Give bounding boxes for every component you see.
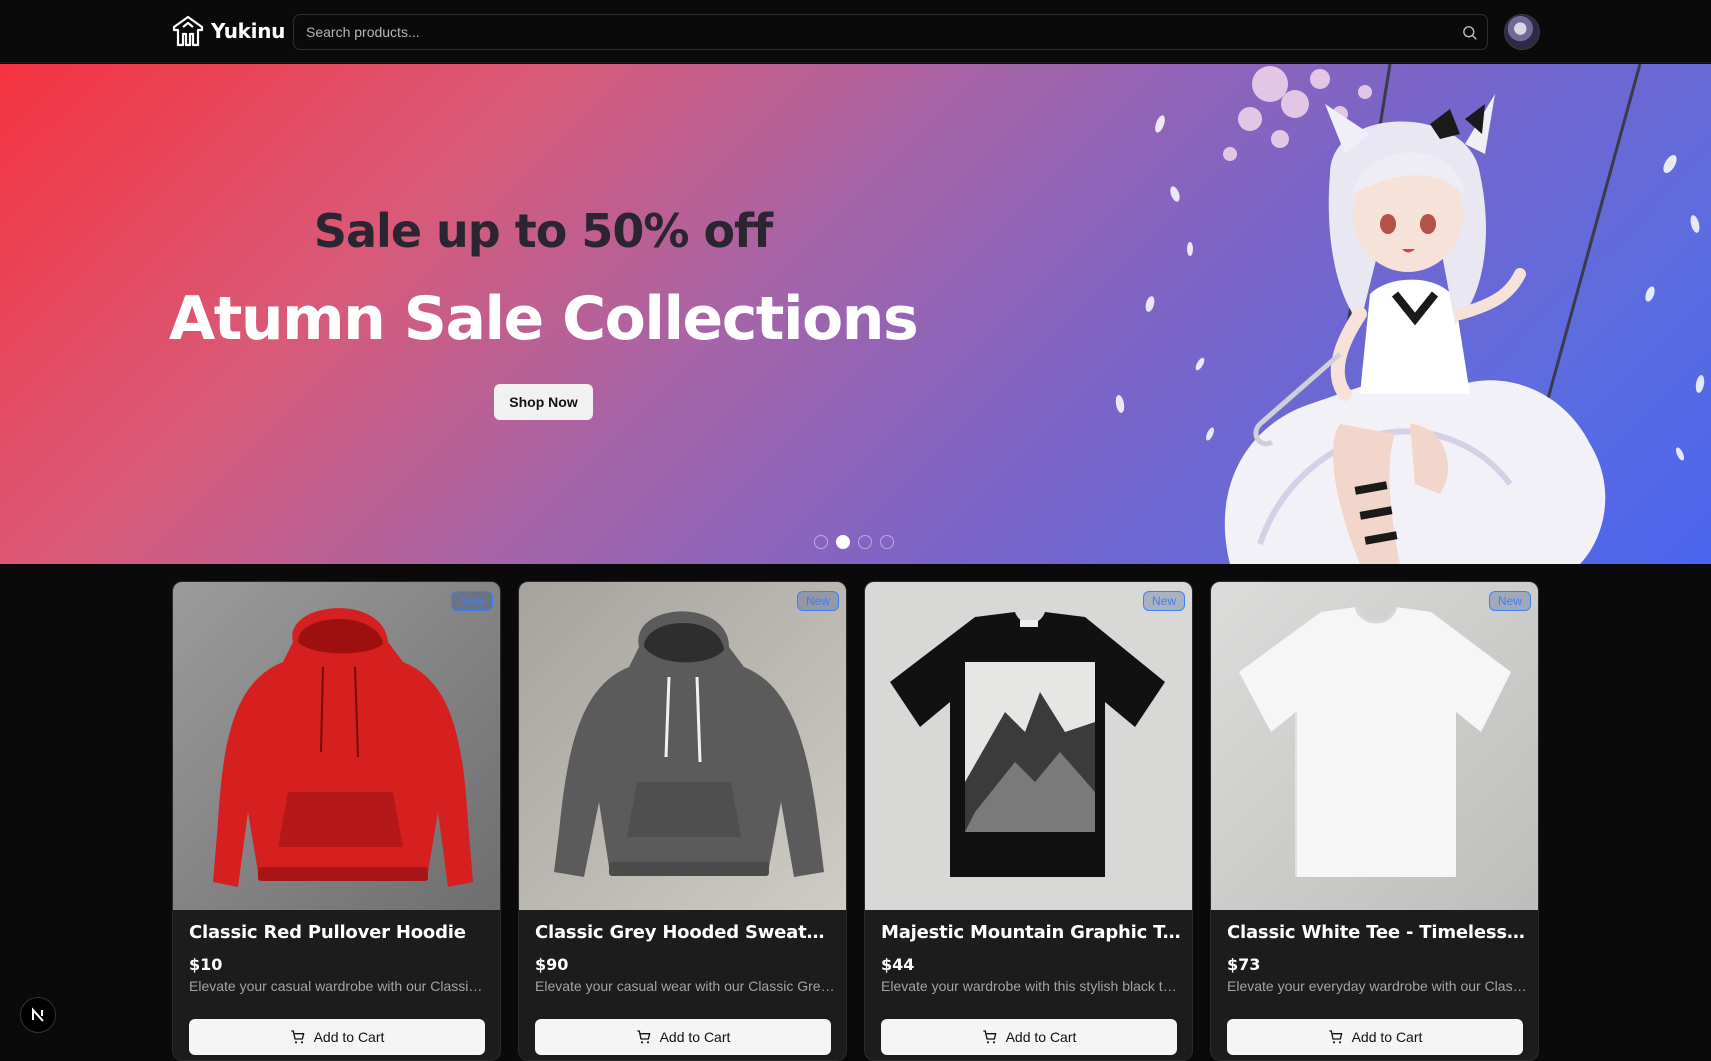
product-description: Elevate your wardrobe with this stylish … xyxy=(881,978,1181,994)
nextjs-dev-indicator[interactable] xyxy=(20,997,56,1033)
hero-title: Atumn Sale Collections xyxy=(168,284,919,354)
carousel-dot-2[interactable] xyxy=(836,535,850,549)
user-avatar[interactable] xyxy=(1504,14,1540,50)
brand-logo[interactable]: Yukinu xyxy=(171,14,285,48)
carousel-dot-4[interactable] xyxy=(880,535,894,549)
hero-subtitle: Sale up to 50% off xyxy=(313,204,773,258)
new-badge: New xyxy=(1488,591,1531,611)
product-card[interactable]: New Classic Red Pullover Hoodie $10 Elev… xyxy=(172,581,501,1061)
product-price: $90 xyxy=(535,955,569,974)
product-price: $73 xyxy=(1227,955,1261,974)
add-to-cart-label: Add to Cart xyxy=(1005,1029,1077,1045)
add-to-cart-label: Add to Cart xyxy=(1351,1029,1423,1045)
brand-name: Yukinu xyxy=(211,19,286,43)
carousel-dot-1[interactable] xyxy=(814,535,828,549)
product-card[interactable]: New Classic Grey Hooded Sweatshirt $90 E… xyxy=(518,581,847,1061)
search-input[interactable] xyxy=(306,15,1446,49)
product-price: $44 xyxy=(881,955,915,974)
product-image-red-hoodie[interactable] xyxy=(173,582,501,910)
product-name[interactable]: Majestic Mountain Graphic T-Shirt xyxy=(881,922,1181,943)
top-navbar: Yukinu xyxy=(0,0,1711,63)
carousel-dots xyxy=(814,535,894,549)
hero-banner: Sale up to 50% off Atumn Sale Collection… xyxy=(0,64,1711,564)
add-to-cart-button[interactable]: Add to Cart xyxy=(535,1019,831,1055)
product-image-mountain-tshirt[interactable] xyxy=(865,582,1193,910)
add-to-cart-label: Add to Cart xyxy=(659,1029,731,1045)
cart-icon xyxy=(1328,1030,1342,1044)
product-description: Elevate your everyday wardrobe with our … xyxy=(1227,978,1527,994)
next-js-icon xyxy=(32,1007,44,1022)
product-card[interactable]: New Classic White Tee - Timeless Style a… xyxy=(1210,581,1539,1061)
add-to-cart-label: Add to Cart xyxy=(313,1029,385,1045)
hero-character-illustration xyxy=(1115,64,1705,564)
shop-now-button[interactable]: Shop Now xyxy=(494,384,593,420)
new-badge: New xyxy=(450,591,493,611)
cart-icon xyxy=(290,1030,304,1044)
search-bar xyxy=(293,14,1488,50)
product-price: $10 xyxy=(189,955,223,974)
product-name[interactable]: Classic Red Pullover Hoodie xyxy=(189,922,489,943)
new-badge: New xyxy=(796,591,839,611)
new-badge: New xyxy=(1142,591,1185,611)
search-icon[interactable] xyxy=(1461,24,1478,41)
product-name[interactable]: Classic Grey Hooded Sweatshirt xyxy=(535,922,835,943)
add-to-cart-button[interactable]: Add to Cart xyxy=(1227,1019,1523,1055)
logo-icon xyxy=(172,15,204,47)
product-description: Elevate your casual wardrobe with our Cl… xyxy=(189,978,489,994)
product-card[interactable]: New Majestic Mountain Graphic T-Shirt $4… xyxy=(864,581,1193,1061)
carousel-dot-3[interactable] xyxy=(858,535,872,549)
product-description: Elevate your casual wear with our Classi… xyxy=(535,978,835,994)
product-name[interactable]: Classic White Tee - Timeless Style and C… xyxy=(1227,922,1527,943)
cart-icon xyxy=(982,1030,996,1044)
add-to-cart-button[interactable]: Add to Cart xyxy=(881,1019,1177,1055)
product-image-grey-sweatshirt[interactable] xyxy=(519,582,847,910)
cart-icon xyxy=(636,1030,650,1044)
add-to-cart-button[interactable]: Add to Cart xyxy=(189,1019,485,1055)
product-image-white-tee[interactable] xyxy=(1211,582,1539,910)
